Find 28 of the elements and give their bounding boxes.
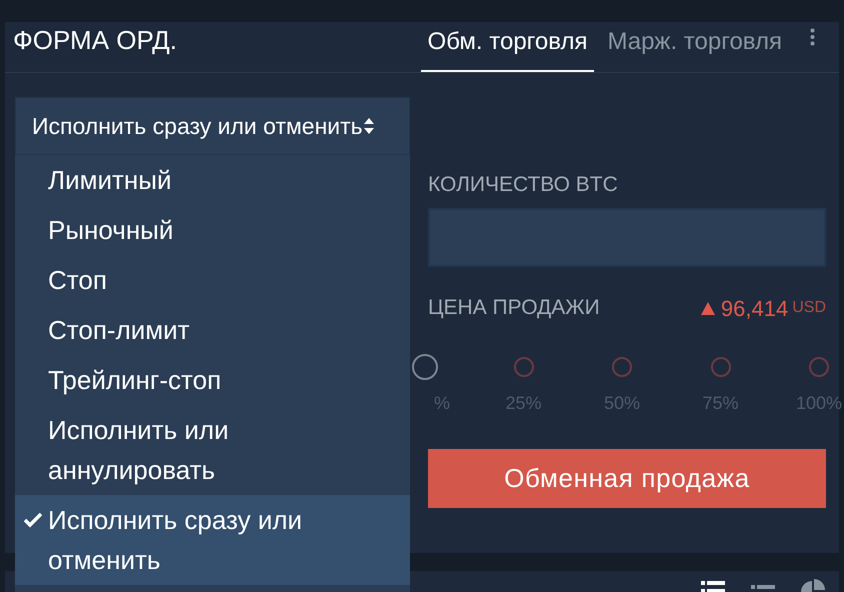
menu-item[interactable]: Исполнить сразу или отменить: [15, 495, 410, 585]
slider-mark[interactable]: [809, 357, 829, 377]
price-currency: USD: [792, 298, 826, 318]
more-icon[interactable]: [810, 28, 815, 46]
menu-item[interactable]: Трейлинг-стоп: [15, 355, 410, 405]
slider-mark-label: %: [434, 392, 450, 414]
slider-mark[interactable]: [710, 357, 730, 377]
sell-button[interactable]: Обменная продажа: [428, 449, 826, 508]
tab[interactable]: Обм. торговля: [420, 24, 594, 72]
panel-title: ФОРМА ОРД.: [13, 24, 177, 57]
slider-thumb[interactable]: [412, 354, 438, 380]
quantity-field[interactable]: [428, 208, 826, 267]
menu-item[interactable]: Исполнить или аннулировать: [15, 405, 410, 495]
menu-item[interactable]: Лимитный: [15, 155, 410, 205]
sort-caret-icon: [362, 117, 375, 135]
check-icon: [24, 512, 42, 528]
menu-item[interactable]: Рыночный: [15, 205, 410, 255]
tab[interactable]: Марж. торговля: [600, 24, 789, 72]
menu-item[interactable]: Стоп-лимит: [15, 305, 410, 355]
slider-mark[interactable]: [514, 357, 534, 377]
price-label: ЦЕНА ПРОДАЖИ: [428, 295, 600, 322]
quantity-label: КОЛИЧЕСТВО BTC: [428, 173, 619, 197]
slider-mark[interactable]: [612, 357, 632, 377]
slider-mark-label: 100%: [796, 392, 842, 414]
up-triangle-icon: [700, 302, 715, 314]
price-value: 96,414: [720, 294, 788, 322]
order-type-select[interactable]: Исполнить сразу или отменить: [15, 97, 410, 155]
menu-item[interactable]: Стоп: [15, 255, 410, 305]
